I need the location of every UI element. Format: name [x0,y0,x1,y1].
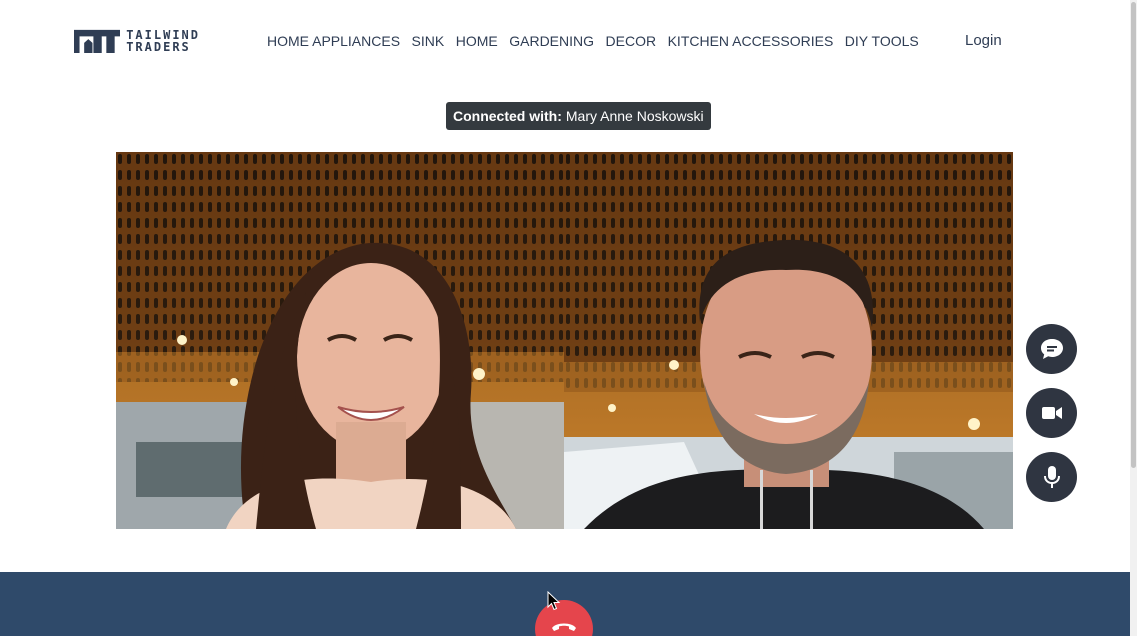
nav-kitchen-accessories[interactable]: KITCHEN ACCESSORIES [668,33,834,49]
camera-toggle-button[interactable] [1026,388,1077,438]
mouse-cursor-icon [547,591,561,611]
local-participant-video [564,152,1013,529]
nav-sink[interactable]: SINK [412,33,445,49]
remote-participant-video [116,152,564,529]
chat-bubble-icon [1040,339,1063,359]
page: TAILWIND TRADERS HOME APPLIANCES SINK HO… [0,0,1137,636]
local-video-tile [564,152,1013,529]
scrollbar-thumb[interactable] [1131,2,1136,468]
video-camera-icon [1041,407,1062,419]
nav-home-appliances[interactable]: HOME APPLIANCES [267,33,400,49]
microphone-toggle-button[interactable] [1026,452,1077,502]
logo-line2: TRADERS [126,40,191,54]
nav-diy-tools[interactable]: DIY TOOLS [845,33,919,49]
login-link[interactable]: Login [965,32,1002,50]
tailwind-traders-logo[interactable]: TAILWIND TRADERS [74,26,200,56]
nav-decor[interactable]: DECOR [606,33,657,49]
connected-label: Connected with: [453,108,562,124]
video-call-area [116,152,1013,529]
microphone-icon [1043,466,1060,488]
phone-hangup-icon [552,623,576,631]
nav-home[interactable]: HOME [456,33,498,49]
site-header: TAILWIND TRADERS HOME APPLIANCES SINK HO… [0,0,1130,82]
logo-wordmark: TAILWIND TRADERS [126,29,200,53]
connected-name: Mary Anne Noskowski [565,108,704,124]
remote-video-tile [116,152,564,529]
nav-gardening[interactable]: GARDENING [509,33,594,49]
connected-badge: Connected with: Mary Anne Noskowski [446,102,711,130]
logo-house-icon [74,29,121,54]
chat-button[interactable] [1026,324,1077,374]
main-nav: HOME APPLIANCES SINK HOME GARDENING DECO… [267,33,930,49]
